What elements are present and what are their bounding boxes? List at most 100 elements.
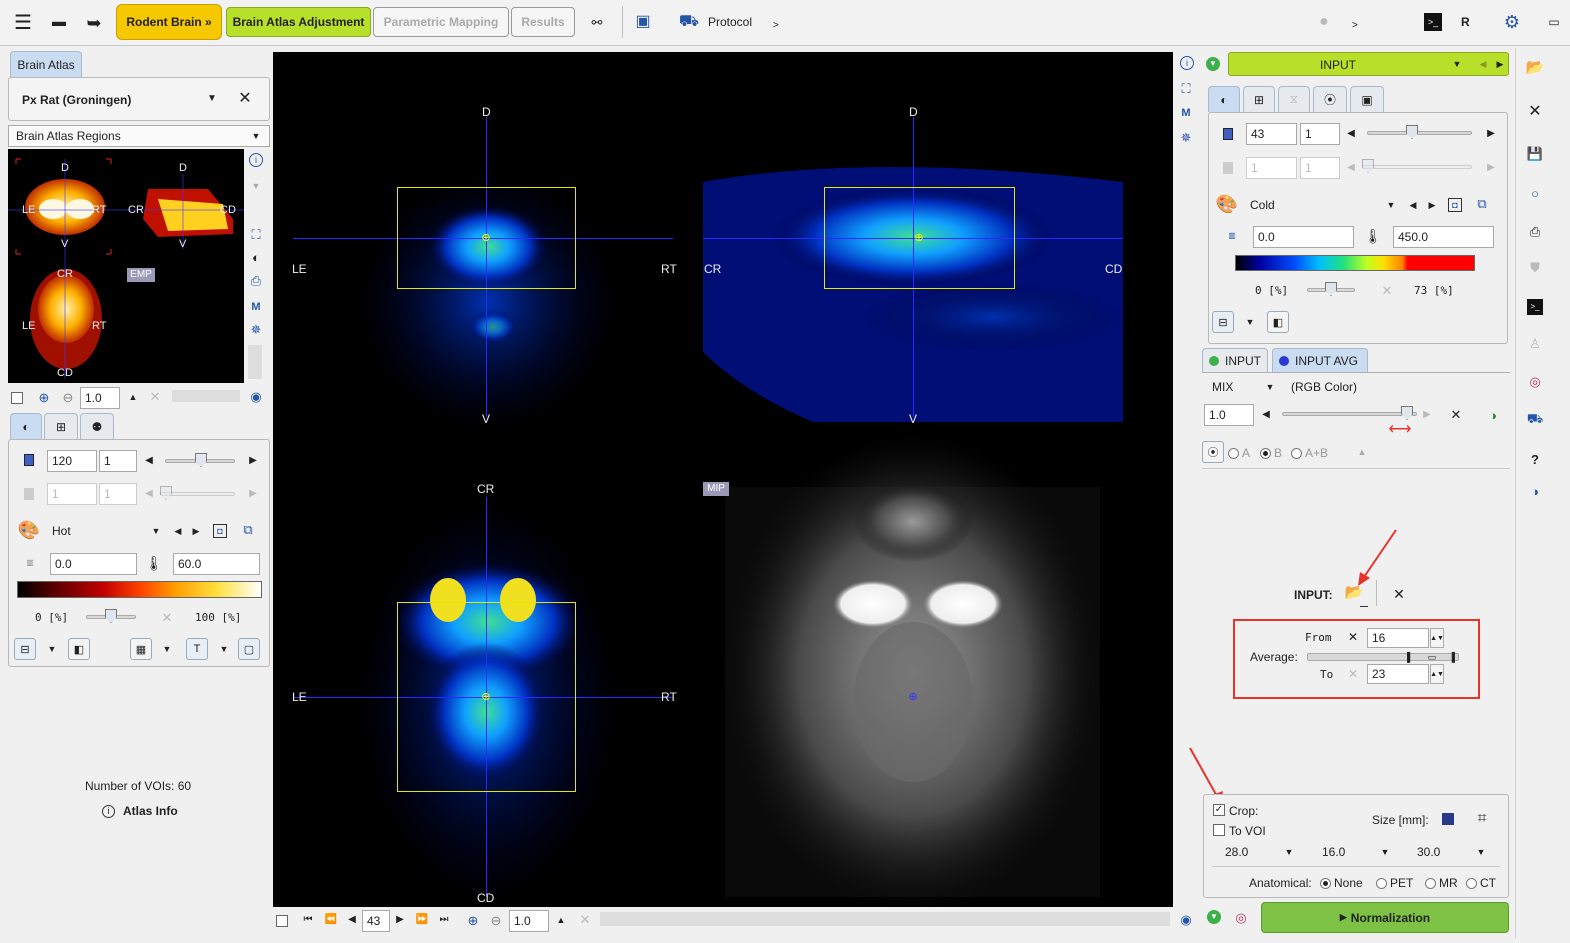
tab-input-avg[interactable]: INPUT AVG [1272,348,1368,372]
to-clear-icon[interactable]: ✕ [1347,668,1359,680]
print-strip-icon[interactable]: ⎙ [1526,222,1544,240]
bottom-target-icon[interactable]: ◎ [1234,910,1248,924]
right-prev2-icon[interactable]: ◀ [1346,162,1356,174]
protocol-label[interactable]: Protocol [708,15,752,29]
left-frame-field[interactable]: 1 [99,450,137,472]
right-overlay-dropdown-icon[interactable]: ▼ [1244,317,1256,327]
regions-dropdown-icon[interactable]: ▼ [250,130,262,142]
main-viewer-area[interactable]: ⊕ ⊕ ⊕ ⊕ [273,52,1173,907]
left-slice2-field[interactable]: 1 [47,483,97,505]
m-icon[interactable]: M [249,300,263,314]
left-overlay-button[interactable]: ⊟ [14,638,36,660]
anatomical-pet[interactable]: PET [1376,876,1413,890]
right-min-field[interactable]: 0.0 [1253,226,1354,248]
strip-m-icon[interactable]: M [1179,106,1193,120]
strip-contrast-icon[interactable]: ◑ [1527,483,1543,499]
blend-up-icon[interactable]: ▲ [1356,447,1368,457]
center-marker-coronal[interactable]: ⊕ [480,232,492,244]
from-field[interactable]: 16 [1367,628,1429,648]
tab-right-save[interactable]: ▣ [1350,86,1384,112]
protocol-icon[interactable]: ⛟ [678,12,700,32]
close-all-icon[interactable]: ✕ [1526,103,1544,121]
right-pct-reset-icon[interactable]: ✕ [1380,283,1394,297]
atlas-thumbnail-viewer[interactable] [8,149,244,383]
crop-icon[interactable]: ⌗ [1473,810,1491,828]
right-cmap-fit-icon[interactable]: ◘ [1448,198,1462,212]
size-x-dropdown-icon[interactable]: ▼ [1283,847,1295,857]
left-slice-field[interactable]: 120 [47,450,97,472]
rodent-brain-button[interactable]: Rodent Brain » [116,4,222,40]
right-frame2-field[interactable]: 1 [1300,157,1340,179]
tab-right-layout[interactable]: ⊞ [1243,86,1275,112]
left-prev2-icon[interactable]: ◀ [144,488,154,500]
zoom-reset-icon[interactable]: ✕ [148,389,162,403]
left-text-button[interactable]: T [186,638,208,660]
strip-target-icon[interactable]: ◎ [1528,374,1542,388]
crop-checkbox[interactable]: ✓ [1213,804,1225,816]
viewer-zoom-in-icon[interactable]: ⊕ [466,913,480,927]
to-voi-checkbox[interactable] [1213,824,1225,836]
circle-icon[interactable]: ○ [1527,185,1543,201]
left-max-field[interactable]: 60.0 [173,553,260,575]
right-slice-field[interactable]: 43 [1246,123,1297,145]
tab-input[interactable]: INPUT [1202,348,1268,372]
radio-b[interactable]: B [1260,446,1282,460]
stop-icon[interactable]: ● [1316,14,1332,30]
input-status-icon[interactable]: ▼ [1206,57,1220,71]
atlas-close-icon[interactable]: ✕ [236,90,254,108]
tab-right-radio[interactable]: ⦿ [1313,86,1347,112]
left-colormap[interactable]: Hot [52,524,71,538]
right-overlay-button[interactable]: ⊟ [1212,311,1234,333]
mix-close-icon[interactable]: ✕ [1449,407,1463,421]
average-mid-handle[interactable]: ▭ [1427,651,1437,663]
side-scrollbar[interactable] [248,345,262,379]
input-selector[interactable] [1228,52,1509,76]
right-fusion-button[interactable]: ◧ [1267,311,1289,333]
left-pct-reset-icon[interactable]: ✕ [160,610,174,624]
prev-10-icon[interactable]: ⏪ [325,914,337,926]
right-slice2-field[interactable]: 1 [1246,157,1297,179]
left-fusion-button[interactable]: ◧ [68,638,90,660]
atlas-dropdown-icon[interactable]: ▼ [205,93,219,105]
anatomical-ct[interactable]: CT [1466,876,1496,890]
camera-icon[interactable]: ◉ [249,389,263,403]
r-console-button[interactable]: R [1461,15,1470,29]
left-cmap-prev-icon[interactable]: ◀ [173,526,183,536]
next-10-icon[interactable]: ⏩ [416,914,428,926]
parametric-mapping-button[interactable]: Parametric Mapping [373,7,509,37]
viewer-zoom-field[interactable]: 1.0 [509,910,549,932]
right-colormap-dropdown-icon[interactable]: ▼ [1385,200,1397,210]
terminal-icon[interactable]: >_ [1424,13,1442,31]
left-frame2-field[interactable]: 1 [99,483,137,505]
window-icon[interactable]: ▭ [1546,14,1562,30]
mix-thumb[interactable] [1401,406,1413,420]
zoom-up-icon[interactable]: ▲ [127,391,139,403]
left-cmap-fit-icon[interactable]: ◘ [213,524,227,538]
right-cmap-prev-icon[interactable]: ◀ [1408,200,1418,210]
left-text-dropdown-icon[interactable]: ▼ [218,644,230,654]
left-roi-button[interactable]: ▢ [238,638,260,660]
input-open-icon[interactable]: 📂 [1344,584,1364,600]
more-arrow-2[interactable]: > [1352,20,1358,31]
to-field[interactable]: 23 [1367,664,1429,684]
tab-tools[interactable]: ⚉ [80,413,114,439]
mix-value-field[interactable]: 1.0 [1204,404,1254,426]
contrast-icon[interactable]: ◐ [249,250,263,264]
blend-mode-button[interactable]: ⦿ [1202,441,1224,463]
last-slice-icon[interactable]: ⏭ [438,914,450,926]
size-square-icon[interactable] [1442,813,1454,825]
normalization-button[interactable]: ▶ Normalization [1261,902,1509,933]
atlas-name[interactable]: Px Rat (Groningen) [22,93,131,107]
right-next-icon[interactable]: ▶ [1486,128,1496,140]
right-max-field[interactable]: 450.0 [1393,226,1494,248]
left-colormap-dropdown-icon[interactable]: ▼ [150,526,162,536]
mix-dropdown-icon[interactable]: ▼ [1264,382,1276,392]
minimize-icon[interactable]: ▬ [52,12,66,30]
right-slice-slider[interactable] [1367,131,1472,135]
right-frame-slider[interactable] [1362,165,1472,169]
first-slice-icon[interactable]: ⏮ [302,914,314,926]
open-folder-icon[interactable]: 📂 [1525,58,1545,76]
bottom-status-icon[interactable]: ▼ [1207,910,1221,924]
viewer-zoom-up-icon[interactable]: ▲ [555,914,567,926]
input-dropdown-icon[interactable]: ▼ [1451,59,1463,69]
